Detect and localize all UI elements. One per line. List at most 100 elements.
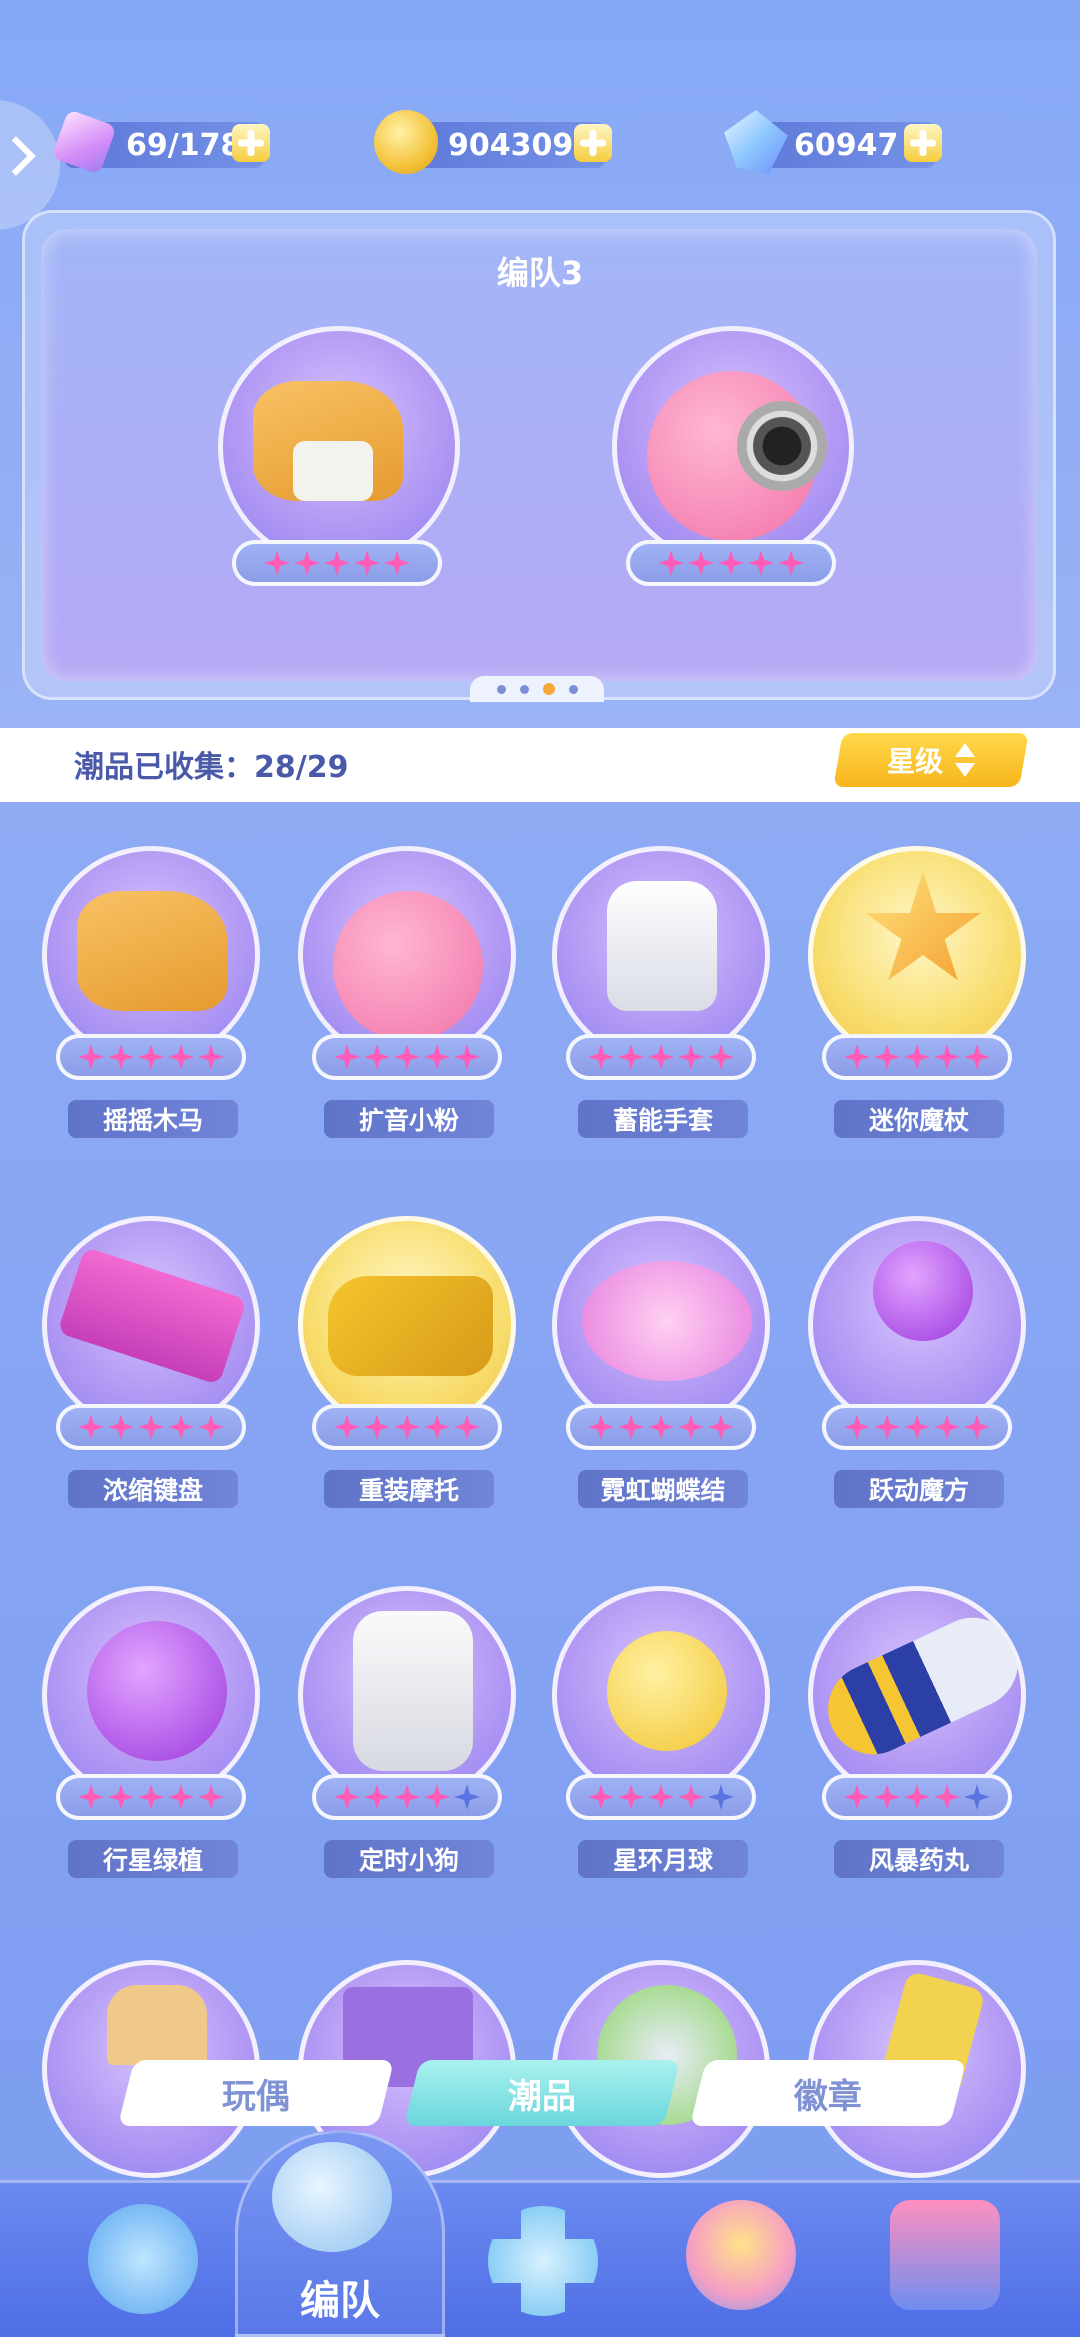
- item-stars: [312, 1404, 502, 1450]
- team-slot-2[interactable]: [612, 326, 854, 568]
- item-stars: [566, 1404, 756, 1450]
- item-stars: [56, 1404, 246, 1450]
- star-icon: [138, 1784, 164, 1810]
- star-icon: [718, 550, 744, 576]
- star-icon: [324, 550, 350, 576]
- item-stars: [566, 1034, 756, 1080]
- item-bubble[interactable]: [42, 1586, 260, 1804]
- tab-badges[interactable]: 徽章: [689, 2060, 967, 2126]
- item-bubble[interactable]: [552, 1586, 770, 1804]
- magic-cube-art: [873, 1241, 973, 1341]
- item-stars: [56, 1034, 246, 1080]
- pink-speaker-art: [333, 891, 483, 1041]
- tab-label: 徽章: [794, 2076, 862, 2117]
- sort-button[interactable]: 星级: [833, 733, 1029, 787]
- item-bubble[interactable]: [298, 1216, 516, 1434]
- collection-count: 潮品已收集：28/29: [74, 750, 349, 785]
- star-icon: [168, 1044, 194, 1070]
- star-icon: [588, 1044, 614, 1070]
- star-icon: [454, 1414, 480, 1440]
- star-icon: [78, 1044, 104, 1070]
- star-icon: [198, 1044, 224, 1070]
- star-icon: [708, 1784, 734, 1810]
- star-icon: [874, 1414, 900, 1440]
- item-bubble[interactable]: [298, 1586, 516, 1804]
- item-bubble[interactable]: [42, 1216, 260, 1434]
- bow-art: [582, 1261, 752, 1381]
- star-icon: [384, 550, 410, 576]
- star-icon: [588, 1784, 614, 1810]
- item-stars: [822, 1034, 1012, 1080]
- item-label: 浓缩键盘: [68, 1470, 238, 1508]
- item-bubble[interactable]: [808, 1216, 1026, 1434]
- nav-upgrade-icon[interactable]: [88, 2204, 198, 2314]
- star-icon: [588, 1414, 614, 1440]
- star-icon: [678, 1784, 704, 1810]
- star-icon: [844, 1784, 870, 1810]
- star-icon: [108, 1414, 134, 1440]
- item-bubble[interactable]: [808, 1586, 1026, 1804]
- star-icon: [138, 1414, 164, 1440]
- star-icon: [648, 1414, 674, 1440]
- item-label: 定时小狗: [324, 1840, 494, 1878]
- rocking-horse-art: [77, 891, 227, 1011]
- star-icon: [424, 1784, 450, 1810]
- tab-trendy[interactable]: 潮品: [403, 2060, 681, 2126]
- star-icon: [334, 1044, 360, 1070]
- bread-art: [107, 1985, 207, 2065]
- energy-counter: 69/178: [51, 109, 270, 175]
- page-dot[interactable]: [519, 684, 529, 694]
- star-icon: [108, 1044, 134, 1070]
- star-icon: [778, 550, 804, 576]
- star-icon: [78, 1784, 104, 1810]
- saddle-art: [293, 441, 373, 501]
- item-bubble[interactable]: [552, 846, 770, 1064]
- star-icon: [964, 1414, 990, 1440]
- timer-dog-art: [353, 1611, 473, 1771]
- star-icon: [424, 1414, 450, 1440]
- page-dot-active[interactable]: [542, 683, 555, 695]
- keyboard-art: [57, 1246, 247, 1386]
- star-icon: [454, 1044, 480, 1070]
- item-label: 摇摇木马: [68, 1100, 238, 1138]
- star-icon: [138, 1044, 164, 1070]
- motorcycle-art: [328, 1276, 493, 1376]
- item-bubble[interactable]: [42, 846, 260, 1064]
- star-icon: [618, 1784, 644, 1810]
- item-label: 跃动魔方: [834, 1470, 1004, 1508]
- tab-dolls[interactable]: 玩偶: [117, 2060, 395, 2126]
- glove-art: [607, 881, 717, 1011]
- star-icon: [934, 1414, 960, 1440]
- sort-arrows-icon: [955, 743, 975, 777]
- star-icon: [964, 1784, 990, 1810]
- tab-label: 玩偶: [222, 2076, 290, 2117]
- speaker-art: [737, 401, 827, 491]
- page-dot[interactable]: [568, 684, 578, 694]
- team-slot-1[interactable]: [218, 326, 460, 568]
- add-coin-button[interactable]: [574, 124, 612, 162]
- nav-trophy-icon[interactable]: [686, 2200, 796, 2310]
- star-icon: [648, 1044, 674, 1070]
- item-label: 风暴药丸: [834, 1840, 1004, 1878]
- item-bubble[interactable]: [298, 846, 516, 1064]
- star-icon: [198, 1414, 224, 1440]
- star-icon: [708, 1044, 734, 1070]
- item-stars: [56, 1774, 246, 1820]
- star-icon: [354, 550, 380, 576]
- item-bubble[interactable]: [808, 846, 1026, 1064]
- add-gem-button[interactable]: [904, 124, 942, 162]
- team-title: 编队3: [496, 254, 584, 292]
- star-icon: [844, 1414, 870, 1440]
- item-stars: [566, 1774, 756, 1820]
- star-icon: [904, 1414, 930, 1440]
- item-bubble[interactable]: [552, 1216, 770, 1434]
- nav-gacha-icon[interactable]: [890, 2200, 1000, 2310]
- star-icon: [658, 550, 684, 576]
- star-icon: [394, 1044, 420, 1070]
- star-icon: [364, 1044, 390, 1070]
- page-dot[interactable]: [496, 684, 506, 694]
- add-energy-button[interactable]: [232, 124, 270, 162]
- star-icon: [874, 1044, 900, 1070]
- nav-team-label: 编队: [300, 2278, 380, 2324]
- game-screen: 69/178 904309 60947 编队3 潮品已收集：28/29 星级 摇…: [0, 0, 1080, 2337]
